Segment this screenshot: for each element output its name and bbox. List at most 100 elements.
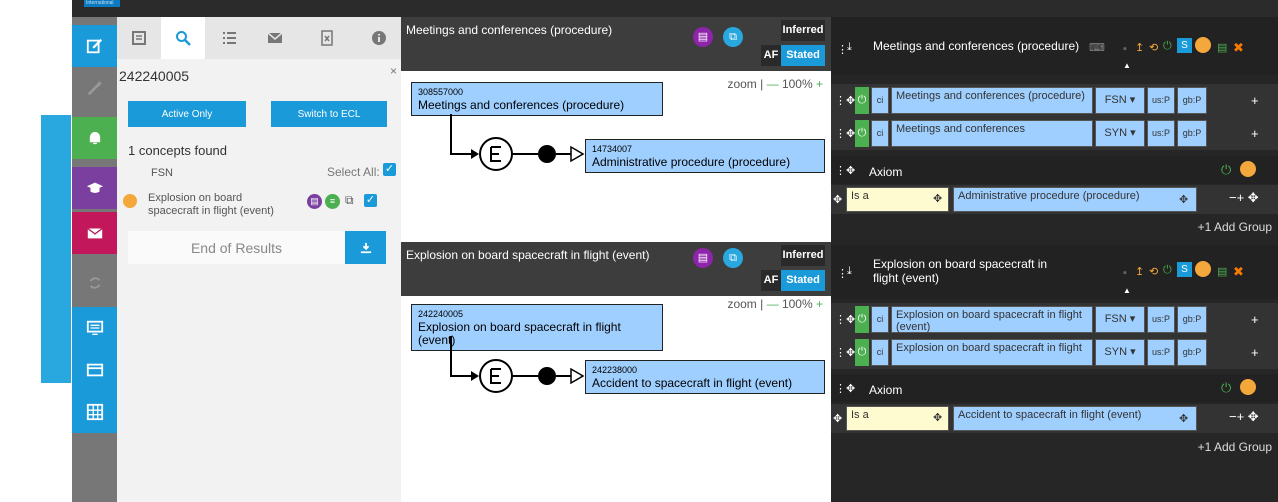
remove-add-icons[interactable]: −+ ✥: [1229, 409, 1259, 425]
power-icon[interactable]: ⏻: [1221, 380, 1231, 396]
copy-icon[interactable]: ⧉: [345, 193, 354, 208]
description-type-select[interactable]: SYN ▾: [1095, 120, 1145, 147]
card-icon[interactable]: [72, 349, 117, 391]
case-significance[interactable]: ci: [871, 87, 889, 114]
power-icon[interactable]: ⏻: [1221, 162, 1231, 178]
clone-icon[interactable]: ▤: [1217, 41, 1227, 54]
list-icon[interactable]: [207, 17, 251, 59]
add-group-button[interactable]: +1 Add Group: [1198, 440, 1272, 454]
magic-wand-icon[interactable]: [72, 67, 117, 109]
add-description-icon[interactable]: +: [1251, 93, 1259, 108]
editor-header: ⋮ ⤓ Meetings and conferences (procedure)…: [831, 17, 1278, 75]
drag-handle-icon[interactable]: ✥: [833, 193, 842, 206]
gb-acceptability[interactable]: gb:P: [1177, 120, 1207, 147]
drag-handle-icon[interactable]: ⋮✥: [835, 164, 855, 177]
power-icon[interactable]: ⏻: [855, 87, 869, 114]
move-icon[interactable]: ✥: [933, 411, 942, 424]
move-icon[interactable]: ✥: [1179, 193, 1188, 206]
us-acceptability[interactable]: us:P: [1147, 339, 1175, 366]
gb-acceptability[interactable]: gb:P: [1177, 339, 1207, 366]
sync-icon[interactable]: [72, 262, 117, 304]
us-acceptability[interactable]: us:P: [1147, 306, 1175, 333]
gb-acceptability[interactable]: gb:P: [1177, 306, 1207, 333]
info-icon[interactable]: [357, 17, 401, 59]
list-item[interactable]: Explosion on board spacecraft in flight …: [117, 185, 401, 221]
power-icon[interactable]: ⏻: [1163, 264, 1172, 277]
active-only-button[interactable]: Active Only: [128, 101, 246, 127]
history-icon[interactable]: ⟲: [1149, 265, 1158, 278]
power-icon[interactable]: ⏻: [855, 120, 869, 147]
description-row: ⋮✥ ⏻ ci Meetings and conferences SYN ▾ u…: [831, 117, 1278, 150]
promote-icon[interactable]: ↥: [1135, 265, 1144, 278]
add-group-button[interactable]: +1 Add Group: [1198, 220, 1272, 234]
move-icon[interactable]: ✥: [1179, 412, 1188, 425]
relationship-target-input[interactable]: Administrative procedure (procedure): [953, 187, 1197, 212]
select-all-checkbox[interactable]: ✓: [383, 163, 396, 176]
envelope-icon[interactable]: [253, 17, 297, 59]
excel-icon[interactable]: [305, 17, 349, 59]
edit-icon[interactable]: [72, 25, 117, 67]
drag-handle-icon[interactable]: ⋮✥: [835, 382, 855, 395]
expand-icon[interactable]: ▲: [1123, 286, 1131, 295]
power-icon[interactable]: ⏻: [1163, 40, 1172, 53]
stated-s-icon[interactable]: S: [1177, 38, 1192, 53]
type-value: SYN: [1104, 346, 1128, 358]
keyboard-icon[interactable]: ⌨: [1089, 41, 1105, 54]
add-description-icon[interactable]: +: [1251, 312, 1259, 327]
expand-icon[interactable]: ▲: [1123, 61, 1131, 70]
close-icon[interactable]: ✖: [1233, 264, 1244, 280]
parent-concept[interactable]: 14734007 Administrative procedure (proced…: [585, 139, 825, 173]
remove-add-icons[interactable]: −+ ✥: [1229, 190, 1259, 206]
description-term-input[interactable]: Explosion on board spacecraft in flight: [891, 339, 1093, 366]
view-concept-icon[interactable]: ▤: [307, 194, 322, 209]
collapse-icon[interactable]: ⤓: [847, 265, 852, 278]
add-description-icon[interactable]: +: [1251, 345, 1259, 360]
history-icon[interactable]: ⟲: [1149, 41, 1158, 54]
case-significance[interactable]: ci: [871, 306, 889, 333]
power-icon[interactable]: ⏻: [855, 306, 869, 333]
add-description-icon[interactable]: +: [1251, 126, 1259, 141]
result-checkbox[interactable]: ✓: [364, 194, 377, 207]
case-significance[interactable]: ci: [871, 120, 889, 147]
drag-handle-icon[interactable]: ✥: [833, 412, 842, 425]
save-icon[interactable]: ▪: [1123, 43, 1127, 55]
search-input[interactable]: 242240005: [117, 62, 401, 90]
gb-acceptability[interactable]: gb:P: [1177, 87, 1207, 114]
case-significance[interactable]: ci: [871, 339, 889, 366]
move-icon[interactable]: ✥: [933, 192, 942, 205]
us-acceptability[interactable]: us:P: [1147, 87, 1175, 114]
us-acceptability[interactable]: us:P: [1147, 120, 1175, 147]
monitor-icon[interactable]: [72, 307, 117, 349]
description-type-select[interactable]: FSN ▾: [1095, 87, 1145, 114]
description-type-select[interactable]: SYN ▾: [1095, 339, 1145, 366]
power-icon[interactable]: ⏻: [855, 339, 869, 366]
taxonomy-tab-icon[interactable]: [117, 17, 161, 59]
save-icon[interactable]: ▪: [1123, 267, 1127, 279]
drag-handle-icon[interactable]: ⋮✥: [835, 313, 855, 326]
promote-icon[interactable]: ↥: [1135, 41, 1144, 54]
description-term-input[interactable]: Explosion on board spacecraft in flight …: [891, 306, 1093, 333]
download-icon[interactable]: [345, 231, 386, 264]
search-icon[interactable]: [161, 17, 205, 59]
drag-handle-icon[interactable]: ⋮✥: [835, 127, 855, 140]
graduation-cap-icon[interactable]: [72, 167, 117, 209]
drag-handle-icon[interactable]: ⋮✥: [835, 94, 855, 107]
switch-to-ecl-button[interactable]: Switch to ECL: [271, 101, 387, 127]
collapse-icon[interactable]: ⤓: [847, 41, 852, 54]
grid-icon[interactable]: [72, 391, 117, 433]
axiom-label: Axiom: [869, 165, 903, 179]
description-term-input[interactable]: Meetings and conferences (procedure): [891, 87, 1093, 114]
stated-s-icon[interactable]: S: [1177, 262, 1192, 277]
mail-icon[interactable]: [72, 212, 117, 254]
relationship-target-input[interactable]: Accident to spacecraft in flight (event): [953, 406, 1197, 431]
search-panel: 242240005 × Active Only Switch to ECL 1 …: [117, 17, 401, 502]
description-term-input[interactable]: Meetings and conferences: [891, 120, 1093, 147]
add-list-icon[interactable]: ≡: [325, 194, 340, 209]
drag-handle-icon[interactable]: ⋮✥: [835, 346, 855, 359]
description-type-select[interactable]: FSN ▾: [1095, 306, 1145, 333]
clone-icon[interactable]: ▤: [1217, 265, 1227, 278]
close-icon[interactable]: ✖: [1233, 40, 1244, 56]
clear-search-icon[interactable]: ×: [390, 64, 397, 78]
parent-concept[interactable]: 242238000 Accident to spacecraft in fligh…: [585, 360, 825, 394]
bell-icon[interactable]: [72, 117, 117, 159]
